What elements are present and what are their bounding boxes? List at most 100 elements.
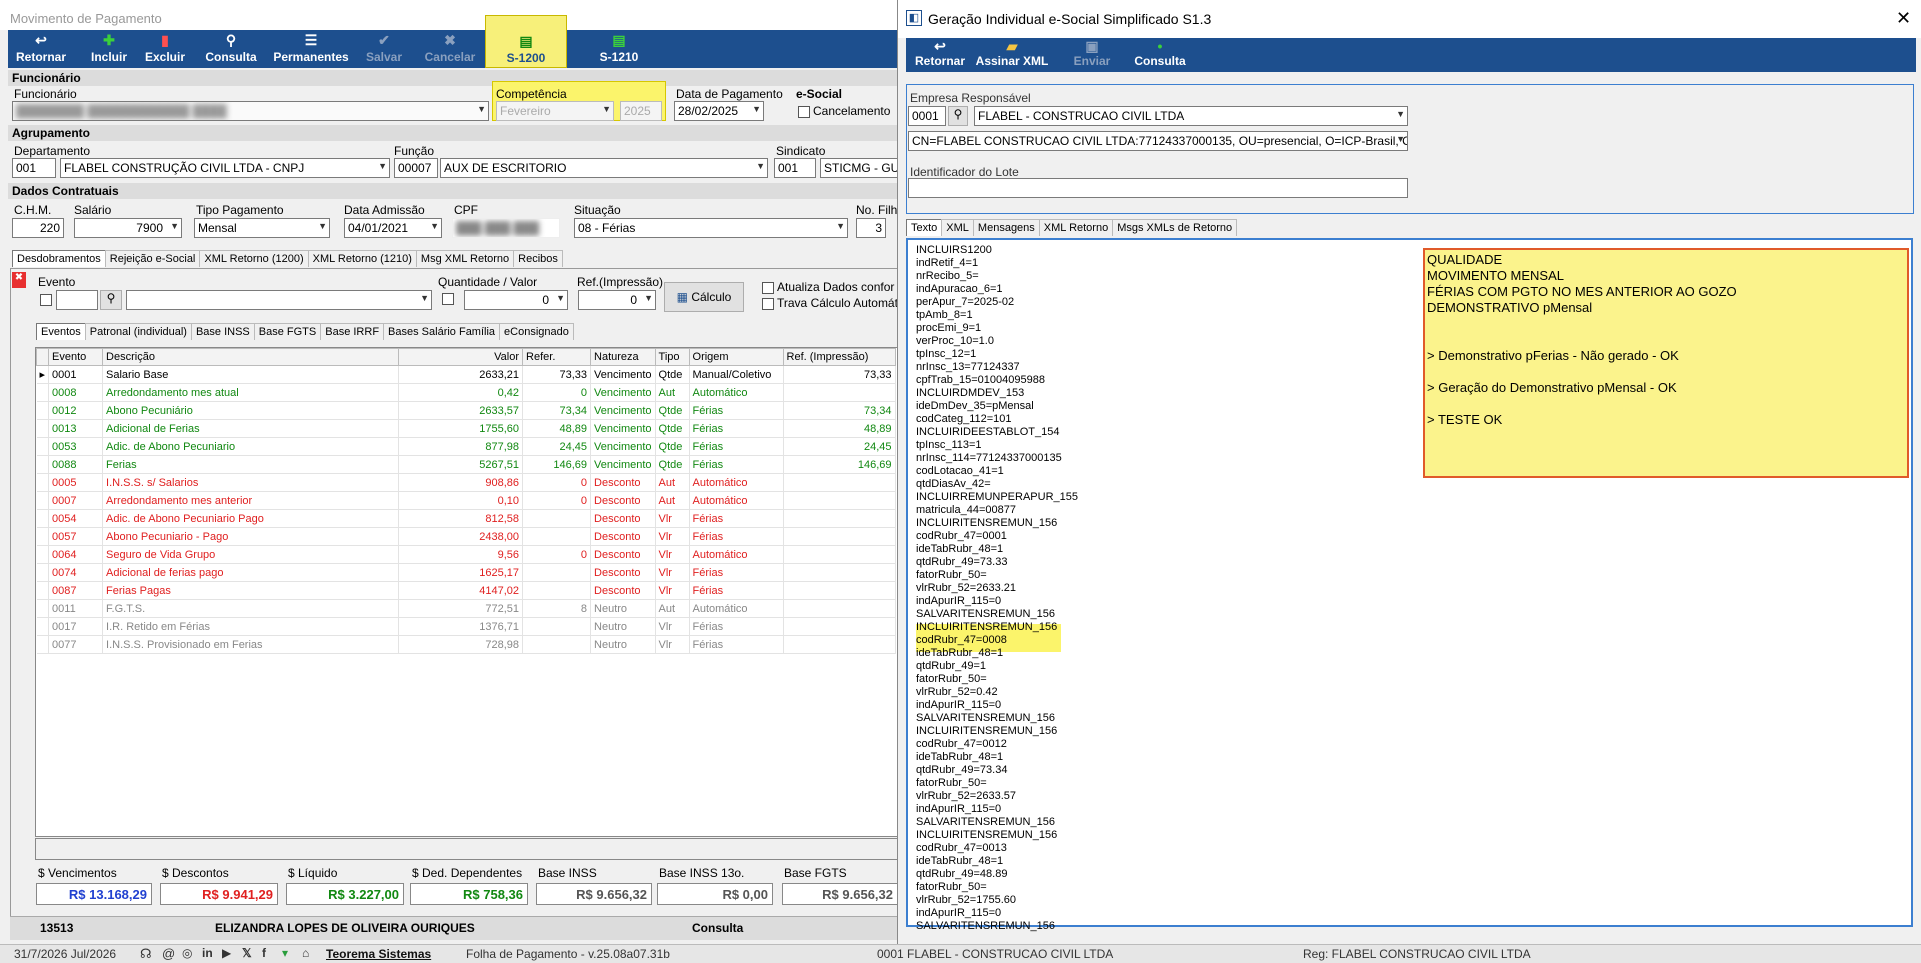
tab-base-inss[interactable]: Base INSS [190, 323, 255, 340]
incluir-button[interactable]: ✚ Incluir [84, 30, 134, 68]
filhos-field[interactable]: 3 [856, 218, 886, 238]
s1210-button[interactable]: ▤ S-1210 [574, 30, 664, 68]
data-pagamento-field[interactable]: 28/02/2025 ▼ [674, 101, 764, 121]
linkedin-icon[interactable]: in [202, 946, 213, 960]
certificado-select[interactable]: CN=FLABEL CONSTRUCAO CIVIL LTDA:77124337… [908, 131, 1408, 151]
consulta-button[interactable]: • Consulta [1130, 38, 1190, 72]
tipo-pagamento-select[interactable]: Mensal ▼ [194, 218, 330, 238]
table-row[interactable]: 0057 Abono Pecuniario - Pago 2438,00 Descon… [36, 527, 896, 546]
trava-checkbox[interactable] [762, 298, 774, 310]
col-refer[interactable]: Refer. [522, 348, 592, 366]
facebook-icon[interactable]: f [262, 946, 266, 960]
tab-xml-1210[interactable]: XML Retorno (1210) [307, 250, 417, 267]
col-origem[interactable]: Origem [688, 348, 784, 366]
empresa-code[interactable]: 0001 [908, 106, 946, 126]
col-ref-impressao[interactable]: Ref. (Impressão) [782, 348, 896, 366]
cpf-field[interactable]: ███.███.███ [452, 218, 560, 238]
col-evento[interactable]: Evento [48, 348, 104, 366]
salvar-button[interactable]: ✔ Salvar [354, 30, 414, 68]
table-row[interactable]: ▸ 0001 Salario Base 2633,21 73,33 Vencimento Q… [36, 365, 896, 384]
tab-base-irrf[interactable]: Base IRRF [320, 323, 385, 340]
lote-field[interactable] [908, 178, 1408, 198]
cancelar-button[interactable]: ✖ Cancelar [418, 30, 482, 68]
quantidade-checkbox[interactable] [442, 293, 454, 305]
quantidade-field[interactable]: 0 ▼ [464, 290, 568, 310]
close-icon[interactable]: ✕ [1896, 8, 1911, 29]
table-row[interactable]: 0088 Ferias 5267,51 146,69 Vencimento Qtde Fér… [36, 455, 896, 474]
cancelamento-checkbox[interactable] [798, 106, 810, 118]
assinar-xml-button[interactable]: ▰ Assinar XML [972, 38, 1052, 72]
funcao-code[interactable]: 00007 [394, 158, 438, 178]
permanentes-button[interactable]: ☰ Permanentes [268, 30, 354, 68]
tab-base-fgts[interactable]: Base FGTS [253, 323, 322, 340]
table-row[interactable]: 0013 Adicional de Ferias 1755,60 48,89 Venci… [36, 419, 896, 438]
delete-icon[interactable]: ✖ [12, 272, 26, 288]
departamento-select[interactable]: FLABEL CONSTRUÇÃO CIVIL LTDA - CNPJ ▼ [60, 158, 390, 178]
competencia-mes-select[interactable]: Fevereiro ▼ [496, 101, 614, 121]
retornar-button[interactable]: ↩ Retornar [912, 38, 968, 72]
filter-icon[interactable]: ▾ [282, 946, 288, 960]
texto-panel[interactable]: INCLUIRS1200 indRetif_4=1 nrRecibo_5= in… [906, 238, 1913, 932]
table-row[interactable]: 0074 Adicional de ferias pago 1625,17 Desco… [36, 563, 896, 582]
table-row[interactable]: 0054 Adic. de Abono Pecuniario Pago 812,58… [36, 509, 896, 528]
tab-msgs-xmls-retorno[interactable]: Msgs XMLs de Retorno [1112, 219, 1238, 236]
consulta-button[interactable]: ⚲ Consulta [198, 30, 264, 68]
col-descricao[interactable]: Descrição [102, 348, 400, 366]
s1200-button[interactable]: ▤ S-1200 [485, 15, 567, 68]
situacao-select[interactable]: 08 - Férias ▼ [574, 218, 848, 238]
tab-rejeicao[interactable]: Rejeição e-Social [104, 250, 201, 267]
tab-texto[interactable]: Texto [906, 219, 943, 236]
excluir-button[interactable]: ▮ Excluir [140, 30, 190, 68]
email-icon[interactable]: @ [162, 946, 175, 961]
funcionario-select[interactable]: ████████ ████████████ ████ ▼ [12, 101, 489, 121]
evento-code-field[interactable] [56, 290, 98, 310]
youtube-icon[interactable]: ▶ [222, 946, 231, 960]
evento-checkbox[interactable] [40, 294, 52, 306]
data-admissao-field[interactable]: 04/01/2021 ▼ [344, 218, 442, 238]
col-natureza[interactable]: Natureza [590, 348, 656, 366]
evento-select[interactable]: ▼ [126, 290, 432, 310]
instagram-icon[interactable]: ◎ [182, 946, 192, 960]
tab-desdobramentos[interactable]: Desdobramentos [12, 250, 106, 267]
table-row[interactable]: 0011 F.G.T.S. 772,51 8 Neutro Aut Automático [36, 599, 896, 618]
tab-xml[interactable]: XML [941, 219, 974, 236]
tab-recibos[interactable]: Recibos [513, 250, 563, 267]
col-tipo[interactable]: Tipo [654, 348, 690, 366]
departamento-code[interactable]: 001 [12, 158, 56, 178]
table-row[interactable]: 0087 Ferias Pagas 4147,02 Desconto Vlr Férias [36, 581, 896, 600]
tab-xml-1200[interactable]: XML Retorno (1200) [199, 250, 309, 267]
tab-eventos[interactable]: Eventos [36, 323, 86, 340]
sindicato-code[interactable]: 001 [774, 158, 816, 178]
calculo-button[interactable]: ▦ Cálculo [664, 282, 744, 312]
enviar-button[interactable]: ▣ Enviar [1066, 38, 1118, 72]
table-row[interactable]: 0008 Arredondamento mes atual 0,42 0 Vencime… [36, 383, 896, 402]
tab-bases-salario-familia[interactable]: Bases Salário Família [383, 323, 501, 340]
table-row[interactable]: 0005 I.N.S.S. s/ Salarios 908,86 0 Desconto A… [36, 473, 896, 492]
x-twitter-icon[interactable]: 𝕏 [242, 946, 252, 960]
headset-icon[interactable]: ☊ [140, 946, 152, 962]
table-row[interactable]: 0012 Abono Pecuniário 2633,57 73,34 Vencimen… [36, 401, 896, 420]
table-row[interactable]: 0064 Seguro de Vida Grupo 9,56 0 Desconto Vlr… [36, 545, 896, 564]
tab-econsignado[interactable]: eConsignado [499, 323, 574, 340]
tab-msg-xml[interactable]: Msg XML Retorno [415, 250, 515, 267]
col-valor[interactable]: Valor [398, 348, 524, 366]
table-row[interactable]: 0053 Adic. de Abono Pecuniario 877,98 24,45… [36, 437, 896, 456]
competencia-ano-spinner[interactable]: 2025 [620, 101, 662, 121]
salario-field[interactable]: 7900 ▼ [74, 218, 182, 238]
chm-field[interactable]: 220 [12, 218, 64, 238]
tab-xml-retorno[interactable]: XML Retorno [1038, 219, 1114, 236]
table-row[interactable]: 0017 I.R. Retido em Férias 1376,71 Neutro Vl… [36, 617, 896, 636]
table-row[interactable]: 0007 Arredondamento mes anterior 0,10 0 Desc… [36, 491, 896, 510]
evento-search-button[interactable]: ⚲ [100, 290, 122, 310]
tab-mensagens[interactable]: Mensagens [972, 219, 1040, 236]
empresa-search-button[interactable]: ⚲ [948, 106, 968, 126]
empresa-select[interactable]: FLABEL - CONSTRUCAO CIVIL LTDA ▼ [974, 106, 1408, 126]
table-row[interactable]: 0077 I.N.S.S. Provisionado em Ferias 728,9… [36, 635, 896, 654]
retornar-button[interactable]: ↩ Retornar [12, 30, 70, 68]
atualiza-checkbox[interactable] [762, 282, 774, 294]
funcao-select[interactable]: AUX DE ESCRITORIO ▼ [440, 158, 768, 178]
ref-impressao-field[interactable]: 0 ▼ [578, 290, 656, 310]
tab-patronal[interactable]: Patronal (individual) [84, 323, 192, 340]
brand-link[interactable]: Teorema Sistemas [326, 947, 431, 961]
sindicato-select[interactable]: STICMG - GUA [820, 158, 898, 178]
